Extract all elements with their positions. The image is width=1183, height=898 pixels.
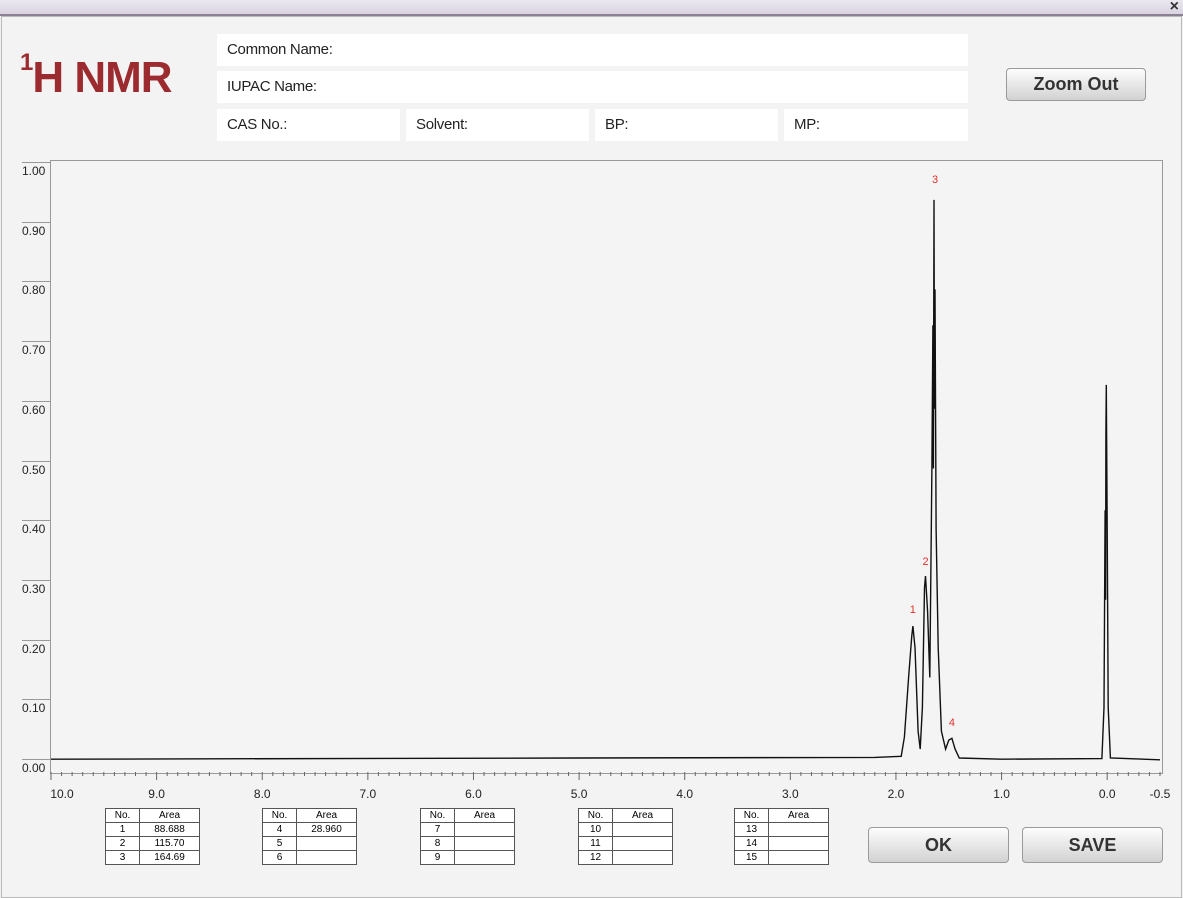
table-header-row: No. Area	[420, 808, 515, 823]
table-row: 15	[734, 850, 829, 865]
peak-area	[612, 822, 673, 837]
peak-number: 7	[420, 822, 455, 837]
table-header-row: No. Area	[105, 808, 200, 823]
column-header-area: Area	[139, 808, 200, 823]
peak-area	[612, 850, 673, 865]
table-row: 9	[420, 850, 515, 865]
peak-table: No. Area 1 88.688 2 115.70 3 164.69	[105, 808, 200, 865]
peak-number: 5	[262, 836, 297, 851]
table-header-row: No. Area	[262, 808, 357, 823]
peak-label: 1	[909, 603, 916, 616]
peak-label: 3	[931, 173, 939, 186]
column-header-no: No.	[578, 808, 613, 823]
peak-number: 1	[105, 822, 140, 837]
column-header-area: Area	[454, 808, 515, 823]
table-header-row: No. Area	[734, 808, 829, 823]
table-row: 11	[578, 836, 673, 851]
column-header-no: No.	[262, 808, 297, 823]
save-button[interactable]: SAVE	[1022, 827, 1163, 863]
peak-area	[768, 836, 829, 851]
peak-table: No. Area 4 28.960 5 6	[262, 808, 357, 865]
peak-table: No. Area 10 11 12	[578, 808, 673, 865]
column-header-no: No.	[420, 808, 455, 823]
peak-number: 15	[734, 850, 769, 865]
table-row: 14	[734, 836, 829, 851]
spectrum-chart	[50, 199, 1161, 780]
column-header-no: No.	[105, 808, 140, 823]
table-row: 13	[734, 822, 829, 837]
column-header-area: Area	[296, 808, 357, 823]
peak-area	[296, 836, 357, 851]
peak-label: 4	[948, 717, 955, 730]
table-row: 1 88.688	[105, 822, 200, 837]
peak-number: 4	[262, 822, 297, 837]
peak-number: 2	[105, 836, 140, 851]
peak-area	[454, 836, 515, 851]
column-header-area: Area	[768, 808, 829, 823]
peak-number: 12	[578, 850, 613, 865]
table-row: 10	[578, 822, 673, 837]
peak-label: 2	[922, 555, 929, 568]
peak-number: 3	[105, 850, 140, 865]
peak-area: 164.69	[139, 850, 200, 865]
peak-area	[612, 836, 673, 851]
peak-number: 9	[420, 850, 455, 865]
peak-number: 10	[578, 822, 613, 837]
peak-area: 88.688	[139, 822, 200, 837]
table-row: 12	[578, 850, 673, 865]
table-row: 5	[262, 836, 357, 851]
spectrum-line	[50, 199, 1161, 761]
peak-number: 8	[420, 836, 455, 851]
peak-table: No. Area 7 8 9	[420, 808, 515, 865]
table-row: 8	[420, 836, 515, 851]
peak-area	[768, 850, 829, 865]
ok-button[interactable]: OK	[868, 827, 1009, 863]
peak-area	[454, 822, 515, 837]
peak-number: 11	[578, 836, 613, 851]
table-row: 4 28.960	[262, 822, 357, 837]
table-header-row: No. Area	[578, 808, 673, 823]
table-row: 6	[262, 850, 357, 865]
peak-number: 14	[734, 836, 769, 851]
peak-table: No. Area 13 14 15	[734, 808, 829, 865]
peak-number: 13	[734, 822, 769, 837]
table-row: 2 115.70	[105, 836, 200, 851]
table-row: 7	[420, 822, 515, 837]
peak-area: 28.960	[296, 822, 357, 837]
peak-area	[296, 850, 357, 865]
peak-number: 6	[262, 850, 297, 865]
peak-area	[454, 850, 515, 865]
column-header-area: Area	[612, 808, 673, 823]
table-row: 3 164.69	[105, 850, 200, 865]
column-header-no: No.	[734, 808, 769, 823]
peak-area: 115.70	[139, 836, 200, 851]
peak-area	[768, 822, 829, 837]
